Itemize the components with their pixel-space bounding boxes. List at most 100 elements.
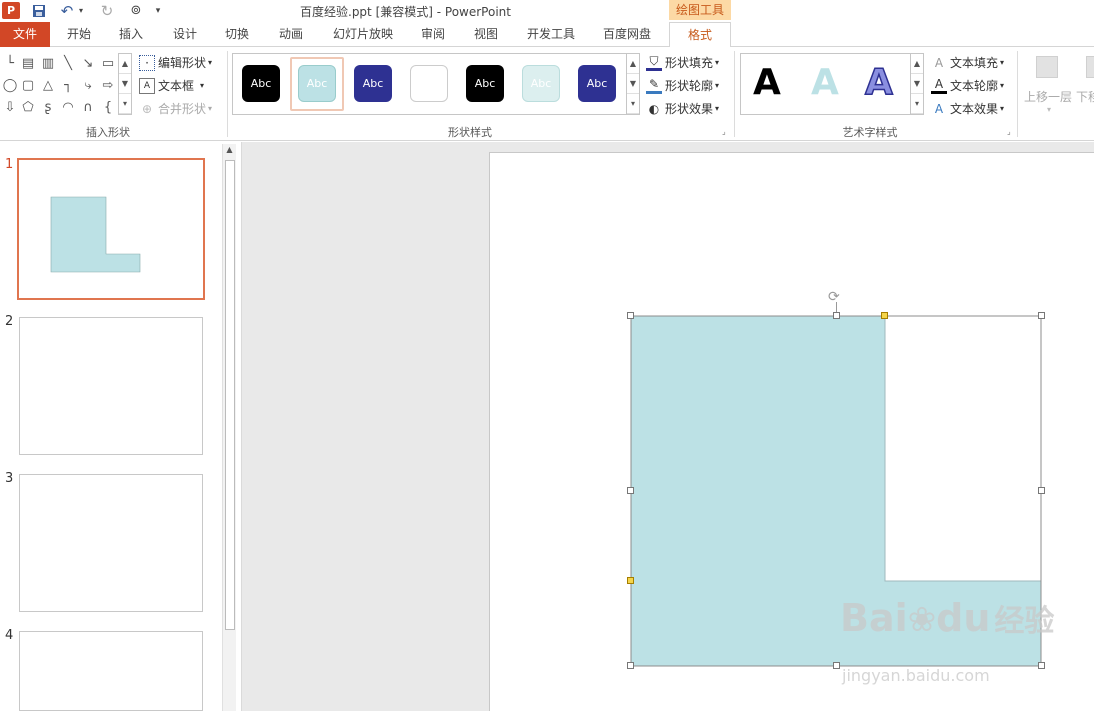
adjust-handle-top[interactable] — [881, 312, 888, 319]
shape-outline-button[interactable]: ✎ 形状轮廓 ▾ — [646, 77, 719, 94]
adjust-handle-left[interactable] — [627, 577, 634, 584]
tab-file[interactable]: 文件 — [0, 22, 50, 47]
scrollbar-thumb[interactable] — [225, 160, 235, 630]
tab-format[interactable]: 格式 — [669, 22, 731, 48]
tab-design[interactable]: 设计 — [164, 22, 206, 47]
shape-style-black-2[interactable]: Abc — [466, 65, 504, 102]
resize-handle-bottom-left[interactable] — [627, 662, 634, 669]
edit-shape-button[interactable]: · 编辑形状 ▾ — [139, 54, 212, 71]
shape-style-white[interactable] — [410, 65, 448, 102]
wordart-gallery-scroll[interactable]: ▲ ▼ ▾ — [910, 53, 924, 115]
tab-baidu-netdisk[interactable]: 百度网盘 — [596, 22, 658, 47]
scroll-down-icon[interactable]: ▼ — [119, 74, 131, 94]
text-fill-icon: A — [934, 55, 944, 70]
resize-handle-top[interactable] — [833, 312, 840, 319]
rotate-handle-icon[interactable]: ⟳ — [828, 289, 840, 305]
text-outline-button[interactable]: A 文本轮廓 ▾ — [931, 77, 1004, 94]
tab-view[interactable]: 视图 — [465, 22, 507, 47]
slide-thumbnail-1[interactable] — [17, 158, 205, 300]
tab-animations[interactable]: 动画 — [270, 22, 312, 47]
scroll-up-icon[interactable]: ▲ — [119, 54, 131, 74]
save-icon[interactable] — [30, 2, 48, 19]
shape-style-black[interactable]: Abc — [242, 65, 280, 102]
freeform-icon[interactable]: ⬠ — [18, 97, 38, 117]
resize-handle-top-left[interactable] — [627, 312, 634, 319]
l-shape-icon[interactable]: └ — [0, 53, 20, 73]
wordart-style-black[interactable]: A — [753, 62, 781, 103]
arc-icon[interactable]: ◠ — [58, 97, 78, 117]
scroll-down-icon[interactable]: ▼ — [911, 74, 923, 94]
resize-handle-top-right[interactable] — [1038, 312, 1045, 319]
chevron-down-icon: ▾ — [1047, 105, 1052, 114]
slide-thumbnail-4[interactable] — [19, 631, 203, 711]
text-effects-button[interactable]: A 文本效果 ▾ — [931, 100, 1004, 117]
shape-style-navy[interactable]: Abc — [354, 65, 392, 102]
ribbon-tab-bar: 文件 开始 插入 设计 切换 动画 幻灯片放映 审阅 视图 开发工具 百度网盘 … — [0, 22, 1094, 48]
tab-developer[interactable]: 开发工具 — [520, 22, 582, 47]
start-from-beginning-icon[interactable]: ⊚ — [126, 2, 146, 19]
bring-forward-icon[interactable] — [1036, 56, 1058, 78]
arrow-line-icon[interactable]: ↘ — [78, 53, 98, 73]
triangle-icon[interactable]: △ — [38, 75, 58, 95]
rectangle-icon[interactable]: ▭ — [98, 53, 118, 73]
scribble-icon[interactable]: ʂ — [38, 97, 58, 117]
line-icon[interactable]: ╲ — [58, 53, 78, 73]
undo-dropdown-icon[interactable]: ▾ — [76, 2, 86, 19]
bring-forward-button[interactable]: 上移一层 — [1024, 88, 1072, 105]
chevron-down-icon: ▾ — [1000, 58, 1005, 67]
text-fill-button[interactable]: A 文本填充 ▾ — [931, 54, 1004, 71]
wordart-dialog-launcher-icon[interactable]: ⌟ — [1007, 127, 1011, 136]
watermark-brand: Bai — [840, 596, 908, 640]
vertical-text-box-icon[interactable]: ▥ — [38, 53, 58, 73]
text-box-shape-icon[interactable]: ▤ — [18, 53, 38, 73]
shape-style-light-blue[interactable]: Abc — [298, 65, 336, 102]
shapes-gallery-scroll[interactable]: ▲ ▼ ▾ — [118, 53, 132, 115]
oval-icon[interactable]: ◯ — [0, 75, 20, 95]
shape-effects-button[interactable]: ◐ 形状效果 ▾ — [646, 100, 719, 117]
chevron-down-icon: ▾ — [200, 81, 205, 90]
resize-handle-right[interactable] — [1038, 487, 1045, 494]
slide-thumbnail-3[interactable] — [19, 474, 203, 612]
tab-insert[interactable]: 插入 — [110, 22, 152, 47]
resize-handle-bottom-right[interactable] — [1038, 662, 1045, 669]
resize-handle-left[interactable] — [627, 487, 634, 494]
drawing-tools-context-label: 绘图工具 — [669, 0, 731, 20]
scroll-up-icon[interactable]: ▲ — [627, 54, 639, 74]
text-box-button[interactable]: A 文本框 ▾ — [139, 77, 204, 94]
shape-styles-gallery-scroll[interactable]: ▲ ▼ ▾ — [626, 53, 640, 115]
tab-transitions[interactable]: 切换 — [216, 22, 258, 47]
more-icon[interactable]: ▾ — [911, 94, 923, 114]
redo-icon[interactable]: ↻ — [98, 2, 116, 20]
shape-fill-button[interactable]: ⛉ 形状填充 ▾ — [646, 54, 719, 71]
more-icon[interactable]: ▾ — [119, 94, 131, 114]
customize-toolbar-icon[interactable]: ▾ — [152, 2, 164, 19]
merge-shapes-button[interactable]: ⊕ 合并形状 ▾ — [139, 100, 212, 117]
shape-style-navy-2[interactable]: Abc — [578, 65, 616, 102]
rounded-rectangle-icon[interactable]: ▢ — [18, 75, 38, 95]
elbow-connector-icon[interactable]: ┐ — [58, 75, 78, 95]
tab-slideshow[interactable]: 幻灯片放映 — [326, 22, 400, 47]
wordart-styles-group-label: 艺术字样式 — [842, 126, 898, 139]
send-backward-icon[interactable] — [1086, 56, 1094, 78]
send-backward-button[interactable]: 下移 — [1076, 88, 1094, 105]
shape-style-pale-blue[interactable]: Abc — [522, 65, 560, 102]
brace-icon[interactable]: { — [98, 97, 118, 117]
undo-icon[interactable]: ↶ — [58, 2, 76, 20]
elbow-arrow-icon[interactable]: ⤷ — [78, 75, 98, 95]
scroll-down-icon[interactable]: ▼ — [627, 74, 639, 94]
tab-review[interactable]: 审阅 — [412, 22, 454, 47]
scroll-up-arrow-icon[interactable]: ▲ — [224, 145, 235, 157]
scroll-up-icon[interactable]: ▲ — [911, 54, 923, 74]
down-arrow-icon[interactable]: ⇩ — [0, 97, 20, 117]
shape-styles-dialog-launcher-icon[interactable]: ⌟ — [722, 127, 726, 136]
group-separator — [1017, 51, 1018, 137]
resize-handle-bottom[interactable] — [833, 662, 840, 669]
slide-thumbnail-2[interactable] — [19, 317, 203, 455]
right-arrow-icon[interactable]: ⇨ — [98, 75, 118, 95]
more-icon[interactable]: ▾ — [627, 94, 639, 114]
tab-home[interactable]: 开始 — [58, 22, 100, 47]
wordart-style-blue-outline[interactable]: A — [864, 61, 893, 104]
curve-icon[interactable]: ∩ — [78, 97, 98, 117]
wordart-style-light-blue[interactable]: A — [811, 62, 839, 103]
thumbnail-scrollbar[interactable]: ▲ — [222, 144, 236, 711]
